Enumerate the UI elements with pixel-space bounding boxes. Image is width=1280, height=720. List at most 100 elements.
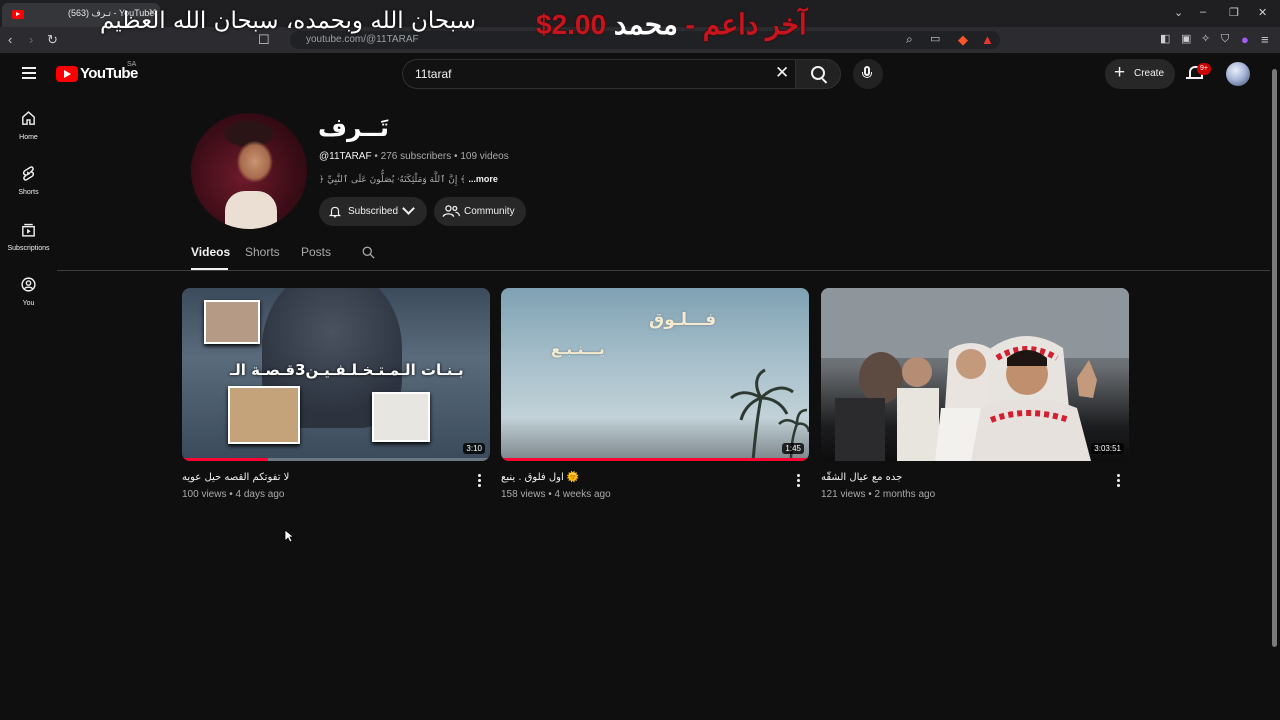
- channel-handle: @11TARAF: [319, 151, 372, 162]
- channel-name: تَــرف: [318, 113, 390, 142]
- youtube-favicon-icon: [12, 10, 24, 19]
- watch-progress-bar: [182, 458, 490, 461]
- search-button[interactable]: [795, 59, 841, 89]
- video-age: 2 months ago: [874, 489, 936, 500]
- subscribed-label: Subscribed: [348, 206, 399, 217]
- video-count: 109 videos: [460, 151, 509, 162]
- meta-separator: •: [454, 151, 458, 162]
- maximize-icon[interactable]: ❐: [1229, 6, 1239, 19]
- thumbnail-text: يـــنـبـع: [551, 340, 605, 358]
- video-meta: 158 views • 4 weeks ago: [501, 489, 611, 500]
- subscribed-button[interactable]: Subscribed: [319, 197, 427, 226]
- clear-search-icon[interactable]: ✕: [775, 63, 789, 83]
- subscriptions-icon: [22, 223, 35, 237]
- search-icon: [811, 66, 825, 80]
- more-actions-icon[interactable]: [478, 474, 482, 488]
- watch-progress-fill: [501, 458, 809, 461]
- more-link[interactable]: ...more: [468, 174, 498, 184]
- meta-separator: •: [374, 151, 378, 162]
- community-button[interactable]: Community: [434, 197, 526, 226]
- chevron-down-icon: [402, 202, 415, 215]
- donation-label: آخر داعم -: [685, 9, 807, 40]
- watch-progress-bar: [501, 458, 809, 461]
- community-icon: [442, 205, 460, 217]
- sidebar-item-label: Shorts: [18, 189, 39, 196]
- thumbnail-text: بـنـات الـمـتـخـلـفـيـن3قـصـة الـ: [230, 361, 464, 379]
- wallet-icon[interactable]: ▣: [1181, 33, 1191, 46]
- video-thumbnail[interactable]: 3:03:51: [821, 288, 1129, 461]
- video-duration: 1:45: [782, 443, 804, 454]
- stream-overlay-last-donor: $2.00 آخر داعم - محمد: [536, 8, 807, 41]
- forward-icon[interactable]: ›: [29, 33, 33, 46]
- close-window-icon[interactable]: ✕: [1258, 6, 1267, 19]
- brave-shield-icon[interactable]: ◆: [958, 33, 968, 46]
- youtube-play-icon: [56, 66, 78, 82]
- tab-shorts[interactable]: Shorts: [245, 245, 280, 259]
- search-query: 11taraf: [415, 67, 452, 81]
- community-label: Community: [464, 206, 515, 217]
- thumbnail-text-part: بـنـات الـمـتـخـلـفـيـن: [305, 361, 464, 379]
- address-bar-url: youtube.com/@11TARAF: [306, 34, 419, 45]
- tab-videos[interactable]: Videos: [191, 245, 230, 259]
- donation-amount: $2.00: [536, 9, 607, 40]
- video-thumbnail[interactable]: فـــلـوق يـــنـبـع 1:45: [501, 288, 809, 461]
- notification-badge: 9+: [1197, 63, 1211, 75]
- channel-avatar[interactable]: [191, 113, 307, 229]
- account-avatar[interactable]: [1226, 62, 1250, 86]
- you-icon: [21, 277, 36, 292]
- subscriber-count: 276 subscribers: [380, 151, 452, 162]
- thumbnail-text: فـــلـوق: [649, 310, 717, 330]
- tab-list-chevron-icon[interactable]: ⌄: [1174, 6, 1183, 19]
- bookmark-icon[interactable]: ☐: [258, 33, 270, 46]
- video-thumbnail[interactable]: بـنـات الـمـتـخـلـفـيـن3قـصـة الـ 3:10: [182, 288, 490, 461]
- sidebar-toggle-icon[interactable]: ◧: [1160, 33, 1170, 46]
- video-title[interactable]: لا تفوتكم القصه حيل عويه: [182, 472, 462, 483]
- create-button[interactable]: + Create: [1105, 59, 1175, 89]
- video-title[interactable]: اول فلوق . ينبع 🌞: [501, 472, 781, 483]
- more-actions-icon[interactable]: [797, 474, 801, 488]
- country-code: SA: [127, 61, 137, 68]
- cast-icon[interactable]: ▭: [930, 33, 940, 46]
- tab-posts[interactable]: Posts: [301, 245, 331, 259]
- thumbnail-text-part: قـصـة الـ: [230, 361, 296, 379]
- sidebar-item-home[interactable]: Home: [0, 110, 57, 160]
- donor-name: محمد: [613, 9, 678, 40]
- create-label: Create: [1134, 68, 1165, 79]
- mouse-cursor-icon: [284, 529, 294, 543]
- shorts-icon: [22, 166, 35, 181]
- brave-rewards-icon[interactable]: ▲: [981, 33, 994, 46]
- sidebar-item-you[interactable]: You: [0, 276, 57, 326]
- scrollbar[interactable]: [1270, 53, 1280, 720]
- plus-icon: +: [1114, 62, 1126, 83]
- browser-menu-icon[interactable]: ≡: [1261, 33, 1269, 46]
- video-title[interactable]: جده مع عيال الشقّه: [821, 472, 1101, 483]
- minimize-icon[interactable]: –: [1200, 6, 1206, 18]
- leo-ai-icon[interactable]: ✧: [1201, 33, 1210, 46]
- video-views: 158 views: [501, 489, 546, 500]
- video-views: 121 views: [821, 489, 866, 500]
- thumbnail-photo: [204, 300, 260, 344]
- youtube-masthead: YouTube SA 11taraf ✕ + Create 9+: [0, 53, 1270, 97]
- more-actions-icon[interactable]: [1117, 474, 1121, 488]
- sidebar-item-label: You: [22, 300, 35, 307]
- voice-search-button[interactable]: [853, 59, 883, 89]
- channel-meta: @11TARAF • 276 subscribers • 109 videos: [319, 151, 509, 162]
- sidebar-item-subscriptions[interactable]: Subscriptions: [0, 221, 57, 271]
- vpn-icon[interactable]: ⛉: [1221, 33, 1229, 46]
- thumbnail-text-number: 3: [295, 361, 306, 379]
- back-icon[interactable]: ‹: [8, 33, 12, 46]
- home-icon: [22, 111, 35, 125]
- sidebar-item-label: Home: [19, 134, 38, 141]
- search-input[interactable]: 11taraf ✕: [402, 59, 795, 89]
- channel-description[interactable]: ﴿ إِنَّ ٱللَّهَ وَمَلَٰٓئِكَتَهُۥ يُصَلُ…: [319, 174, 498, 185]
- sidebar-item-shorts[interactable]: Shorts: [0, 165, 57, 215]
- thumbnail-photo: [372, 392, 430, 442]
- scrollbar-thumb[interactable]: [1272, 69, 1277, 647]
- menu-icon[interactable]: [22, 67, 36, 79]
- description-text: ﴿ إِنَّ ٱللَّهَ وَمَلَٰٓئِكَتَهُۥ يُصَلُ…: [319, 175, 466, 185]
- reload-icon[interactable]: ↻: [47, 33, 58, 46]
- channel-search-icon[interactable]: [361, 245, 376, 260]
- extension-icon[interactable]: ●: [1241, 33, 1249, 46]
- video-duration: 3:03:51: [1091, 443, 1124, 454]
- zoom-icon[interactable]: ⌕: [906, 33, 913, 46]
